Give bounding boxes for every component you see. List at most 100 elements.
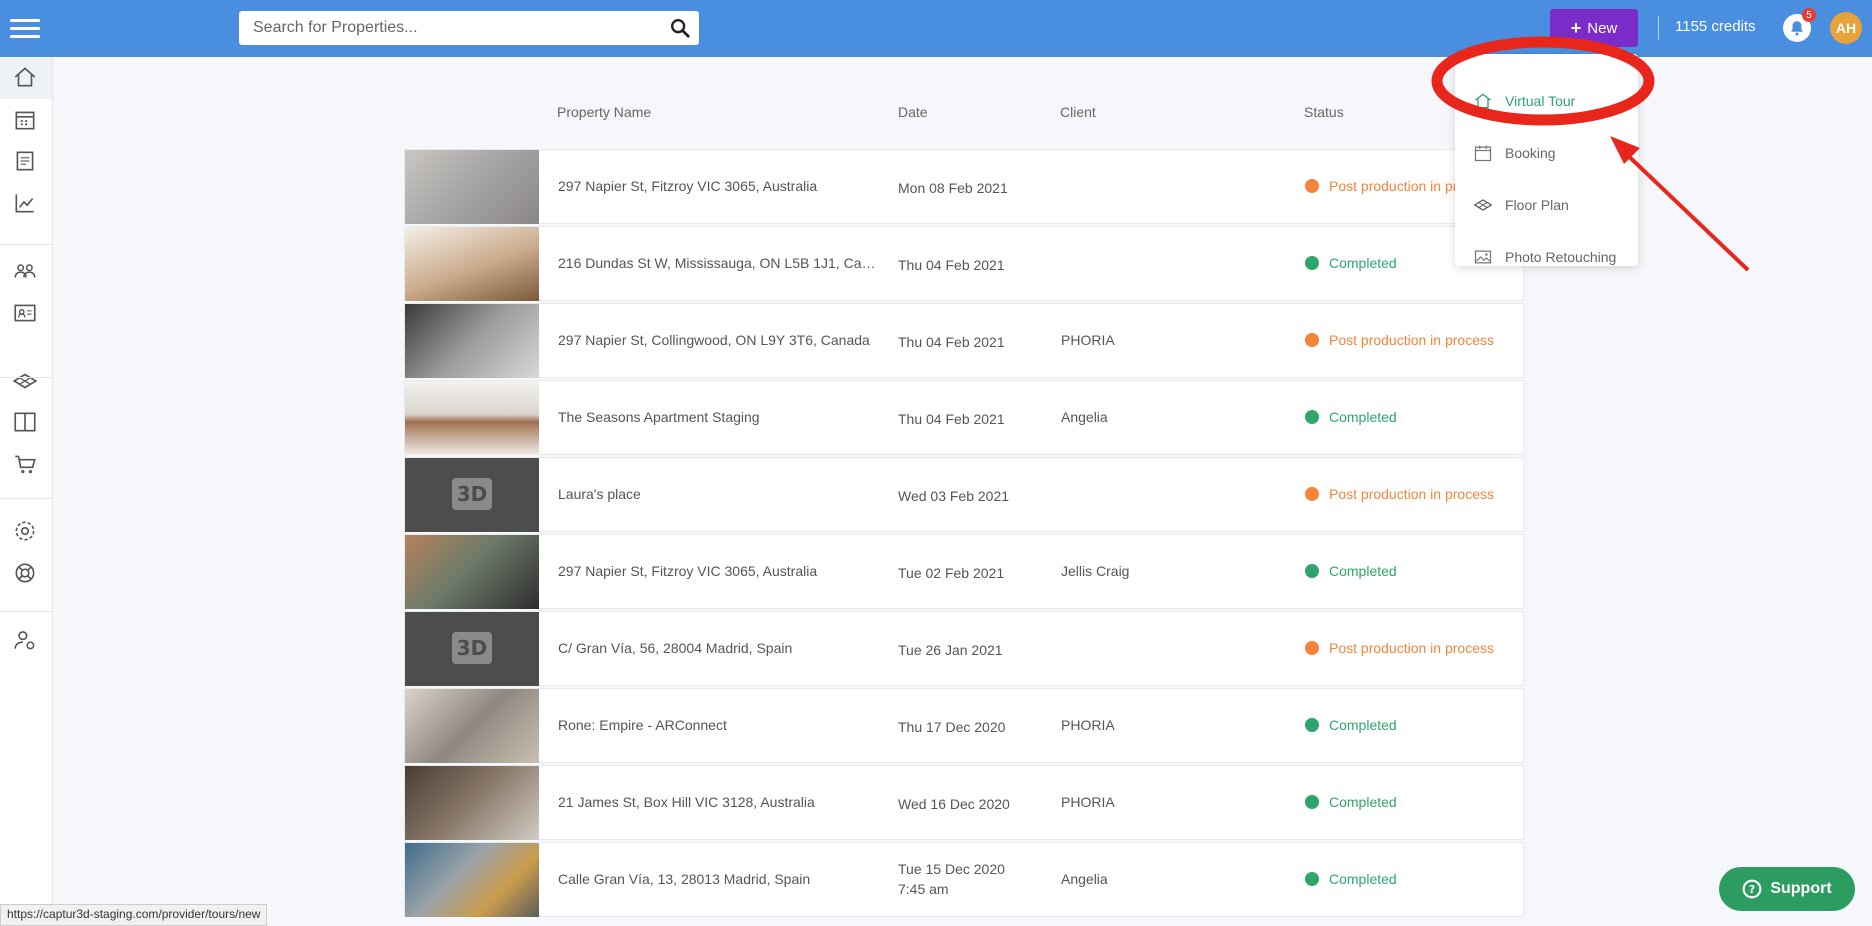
status-badge: Post production in process bbox=[1305, 640, 1494, 656]
notification-badge: 5 bbox=[1802, 8, 1816, 22]
status-badge: Completed bbox=[1305, 871, 1397, 887]
column-header-property-name[interactable]: Property Name bbox=[557, 104, 651, 120]
header-divider bbox=[1658, 16, 1659, 40]
placeholder-3d-thumbnail: 3D bbox=[405, 612, 539, 686]
menu-item-label: Photo Retouching bbox=[1505, 249, 1617, 265]
sidebar-separator bbox=[0, 377, 52, 378]
book-icon[interactable] bbox=[12, 409, 38, 435]
property-name[interactable]: The Seasons Apartment Staging bbox=[558, 409, 878, 425]
floor-plan-icon bbox=[1473, 199, 1493, 211]
column-header-date[interactable]: Date bbox=[898, 104, 928, 120]
menu-item-photo-retouching[interactable]: Photo Retouching bbox=[1455, 237, 1638, 277]
property-name[interactable]: 21 James St, Box Hill VIC 3128, Australi… bbox=[558, 794, 878, 810]
property-name[interactable]: 216 Dundas St W, Mississauga, ON L5B 1J1… bbox=[558, 255, 878, 271]
home-icon bbox=[1475, 93, 1491, 109]
table-row[interactable]: 297 Napier St, Collingwood, ON L9Y 3T6, … bbox=[404, 303, 1524, 378]
property-client: PHORIA bbox=[1061, 717, 1115, 733]
team-icon[interactable] bbox=[12, 258, 38, 284]
document-icon[interactable] bbox=[12, 148, 38, 174]
property-name[interactable]: Rone: Empire - ARConnect bbox=[558, 717, 878, 733]
status-dot bbox=[1305, 872, 1319, 886]
status-label: Post production in process bbox=[1329, 640, 1494, 656]
property-date: Wed 03 Feb 2021 bbox=[898, 488, 1010, 504]
property-name[interactable]: 297 Napier St, Fitzroy VIC 3065, Austral… bbox=[558, 563, 878, 579]
gear-icon[interactable] bbox=[12, 518, 38, 544]
status-dot bbox=[1305, 718, 1319, 732]
property-client: Angelia bbox=[1061, 871, 1108, 887]
property-thumbnail bbox=[405, 304, 539, 378]
table-row[interactable]: The Seasons Apartment Staging Thu 04 Feb … bbox=[404, 380, 1524, 455]
menu-item-booking[interactable]: Booking bbox=[1455, 133, 1638, 173]
table-row[interactable]: 3D C/ Gran Vía, 56, 28004 Madrid, Spain Tu… bbox=[404, 611, 1524, 686]
property-date: Wed 16 Dec 2020 bbox=[898, 796, 1010, 812]
menu-item-floor-plan[interactable]: Floor Plan bbox=[1455, 185, 1638, 225]
contact-card-icon[interactable] bbox=[12, 300, 38, 326]
column-header-client[interactable]: Client bbox=[1060, 104, 1096, 120]
bell-icon bbox=[1791, 21, 1803, 36]
menu-item-virtual-tour[interactable]: Virtual Tour bbox=[1455, 81, 1638, 121]
property-name[interactable]: 297 Napier St, Fitzroy VIC 3065, Austral… bbox=[558, 178, 878, 194]
status-label: Completed bbox=[1329, 255, 1397, 271]
home-icon[interactable] bbox=[12, 64, 38, 90]
user-settings-icon[interactable] bbox=[12, 627, 38, 653]
status-url: https://captur3d-staging.com/provider/to… bbox=[0, 904, 268, 926]
property-client: PHORIA bbox=[1061, 794, 1115, 810]
property-name[interactable]: C/ Gran Vía, 56, 28004 Madrid, Spain bbox=[558, 640, 878, 656]
search-icon[interactable] bbox=[669, 17, 691, 39]
table-row[interactable]: Rone: Empire - ARConnect Thu 17 Dec 2020 P… bbox=[404, 688, 1524, 763]
table-row[interactable]: 216 Dundas St W, Mississauga, ON L5B 1J1… bbox=[404, 226, 1524, 301]
menu-item-label: Booking bbox=[1505, 145, 1556, 161]
status-badge: Completed bbox=[1305, 794, 1397, 810]
column-header-status[interactable]: Status bbox=[1304, 104, 1344, 120]
table-row[interactable]: 21 James St, Box Hill VIC 3128, Australi… bbox=[404, 765, 1524, 840]
support-button[interactable]: ? Support bbox=[1719, 867, 1855, 911]
new-button-label: New bbox=[1587, 19, 1618, 37]
table-row[interactable]: 297 Napier St, Fitzroy VIC 3065, Austral… bbox=[404, 149, 1524, 224]
status-label: Post production in process bbox=[1329, 486, 1494, 502]
status-label: Post production in process bbox=[1329, 332, 1494, 348]
status-badge: Completed bbox=[1305, 717, 1397, 733]
status-badge: Post production in process bbox=[1305, 486, 1494, 502]
table-row[interactable]: 297 Napier St, Fitzroy VIC 3065, Austral… bbox=[404, 534, 1524, 609]
date-line: Tue 15 Dec 2020 bbox=[898, 861, 1005, 877]
camera-3d-icon: 3D bbox=[452, 478, 492, 510]
status-dot bbox=[1305, 333, 1319, 347]
new-button[interactable]: + New bbox=[1550, 9, 1638, 47]
property-thumbnail bbox=[405, 227, 539, 301]
lifebuoy-icon[interactable] bbox=[12, 560, 38, 586]
placeholder-3d-thumbnail: 3D bbox=[405, 458, 539, 532]
menu-icon[interactable] bbox=[10, 14, 40, 42]
property-thumbnail bbox=[405, 535, 539, 609]
avatar[interactable]: AH bbox=[1830, 12, 1862, 44]
property-date: Mon 08 Feb 2021 bbox=[898, 180, 1008, 196]
menu-item-label: Virtual Tour bbox=[1505, 93, 1576, 109]
credits-count: 1155 credits bbox=[1675, 18, 1756, 35]
sidebar-separator bbox=[0, 244, 52, 245]
floor-plan-icon[interactable] bbox=[12, 368, 38, 394]
camera-3d-icon: 3D bbox=[452, 632, 492, 664]
table-row[interactable]: 3D Laura's place Wed 03 Feb 2021 Post produ… bbox=[404, 457, 1524, 532]
chart-icon[interactable] bbox=[12, 190, 38, 216]
svg-text:?: ? bbox=[1749, 883, 1755, 896]
table-row[interactable]: Calle Gran Vía, 13, 28013 Madrid, Spain T… bbox=[404, 842, 1524, 917]
status-label: Completed bbox=[1329, 871, 1397, 887]
property-name[interactable]: Laura's place bbox=[558, 486, 878, 502]
property-client: PHORIA bbox=[1061, 332, 1115, 348]
calendar-icon bbox=[1474, 145, 1492, 162]
property-name[interactable]: 297 Napier St, Collingwood, ON L9Y 3T6, … bbox=[558, 332, 878, 348]
time-line: 7:45 am bbox=[898, 881, 949, 897]
status-dot bbox=[1305, 256, 1319, 270]
status-badge: Post production in process bbox=[1305, 332, 1494, 348]
calendar-icon[interactable] bbox=[12, 107, 38, 133]
search-input[interactable] bbox=[239, 11, 667, 45]
cart-icon[interactable] bbox=[12, 451, 38, 477]
image-icon bbox=[1474, 250, 1492, 264]
annotation-arrow-line bbox=[1618, 146, 1750, 272]
sidebar-separator bbox=[0, 498, 52, 499]
property-name[interactable]: Calle Gran Vía, 13, 28013 Madrid, Spain bbox=[558, 871, 878, 887]
property-thumbnail bbox=[405, 381, 539, 455]
sidebar bbox=[0, 57, 53, 924]
status-label: Completed bbox=[1329, 717, 1397, 733]
property-thumbnail bbox=[405, 150, 539, 224]
property-date: Tue 26 Jan 2021 bbox=[898, 642, 1003, 658]
